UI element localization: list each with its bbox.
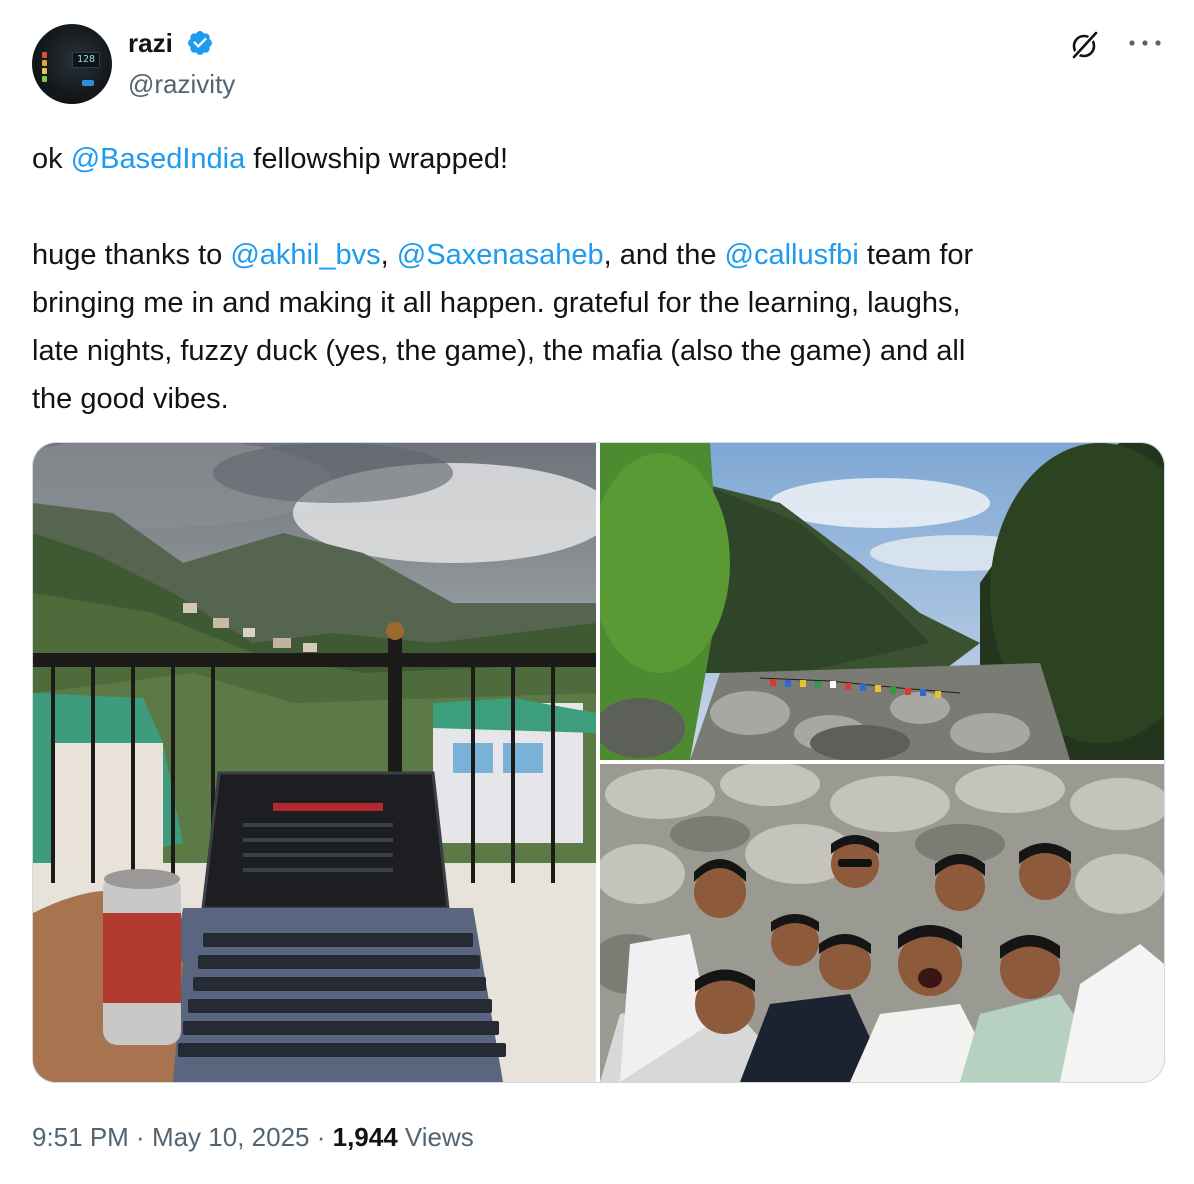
display-name[interactable]: razi (128, 26, 173, 60)
tweet-text: ok @BasedIndia fellowship wrapped! huge … (32, 135, 1172, 423)
mention-basedindia[interactable]: @BasedIndia (71, 143, 246, 175)
avatar[interactable]: 128 (32, 24, 112, 104)
user-handle[interactable]: @razivity (128, 68, 235, 100)
avatar-screen-readout: 128 (72, 52, 100, 68)
tweet-line: late nights, fuzzy duck (yes, the game),… (32, 335, 966, 367)
tweet-line: huge thanks to @akhil_bvs, @Saxenasaheb,… (32, 239, 974, 271)
tweet-date[interactable]: May 10, 2025 (152, 1122, 310, 1152)
views-label[interactable]: Views (398, 1122, 474, 1152)
photo-group-selfie[interactable] (600, 764, 1164, 1082)
tweet-line: the good vibes. (32, 383, 229, 415)
mention-saxenasaheb[interactable]: @Saxenasaheb (397, 239, 604, 271)
mention-callusfbi[interactable]: @callusfbi (725, 239, 859, 271)
mention-akhil-bvs[interactable]: @akhil_bvs (230, 239, 380, 271)
media-grid (32, 442, 1165, 1083)
grok-slash-circle-icon[interactable] (1068, 28, 1102, 62)
tweet-line: bringing me in and making it all happen.… (32, 287, 961, 319)
photo-balcony-laptop[interactable] (33, 443, 596, 1082)
tweet-meta: 9:51 PM · May 10, 2025 · 1,944 Views (32, 1122, 474, 1152)
more-horizontal-icon[interactable] (1126, 36, 1164, 50)
views-count: 1,944 (332, 1122, 398, 1152)
verified-badge-icon (188, 31, 212, 55)
tweet-line: ok @BasedIndia fellowship wrapped! (32, 143, 509, 175)
tweet-time[interactable]: 9:51 PM (32, 1122, 129, 1152)
photo-mountain-valley[interactable] (600, 443, 1164, 760)
